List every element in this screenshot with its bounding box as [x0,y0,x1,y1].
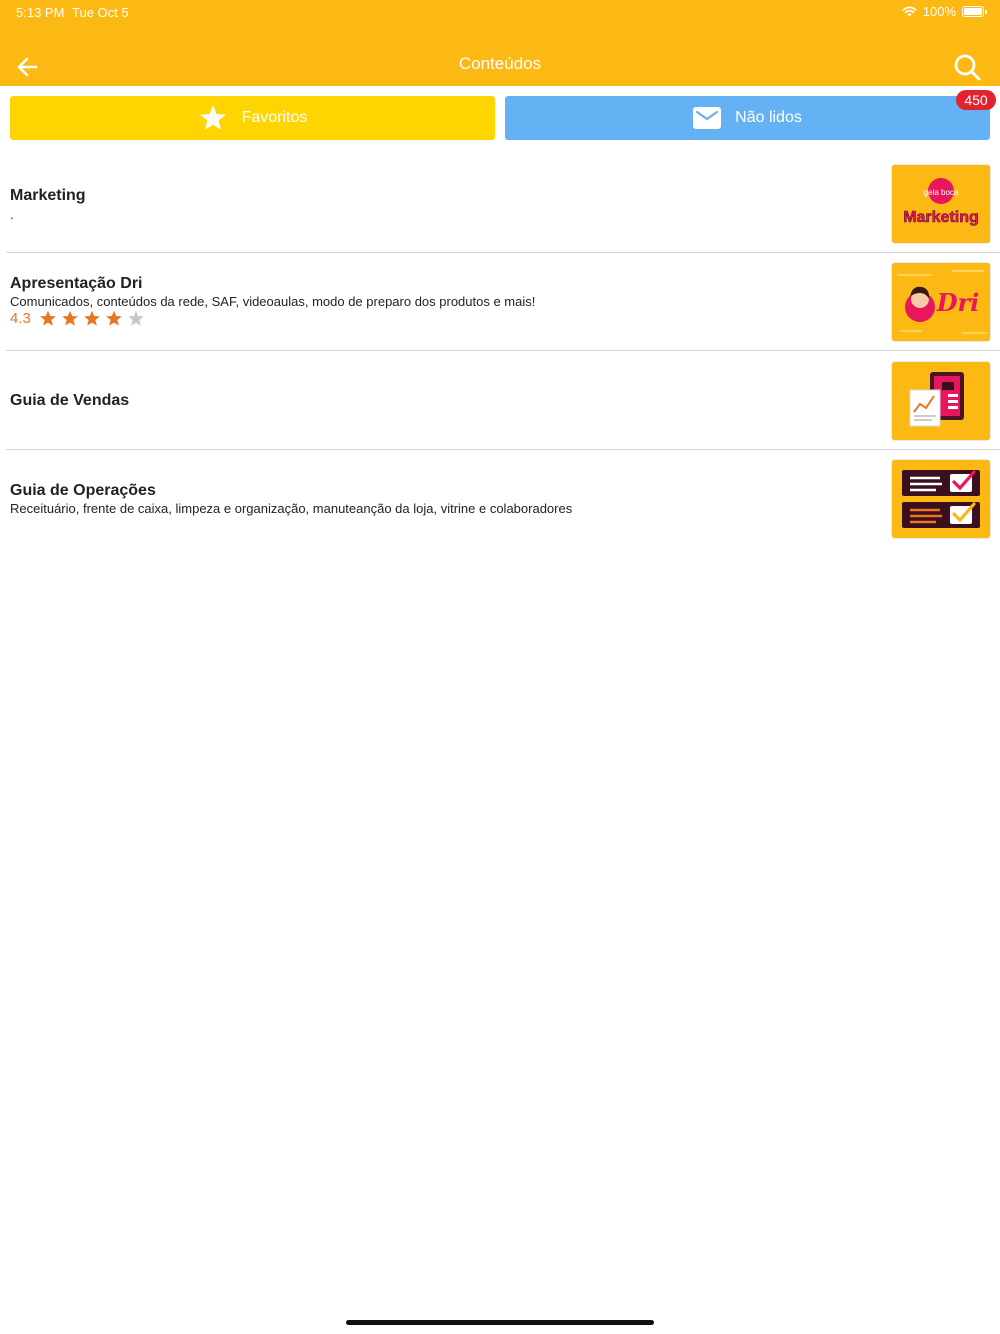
dri-thumb-art: Dri [892,263,990,341]
sales-guide-thumbnail [892,362,990,440]
envelope-icon [693,107,722,129]
checklist-icon [892,460,990,538]
list-item[interactable]: Guia de Vendas [0,352,1000,450]
dri-thumb-label: Dri [936,288,980,317]
rating-value: 4.3 [10,310,31,327]
unread-tab[interactable]: Não lidos [505,96,990,140]
dri-thumbnail: Dri [892,263,990,341]
marketing-thumb-art: gela boca Marketing [892,165,990,243]
unread-count-badge: 450 [956,90,996,110]
marketing-thumbnail: gela boca Marketing [892,165,990,243]
wifi-icon [902,6,917,17]
battery-icon [962,6,987,17]
divider [6,350,1000,351]
app-bar: 5:13 PM Tue Oct 5 100% Conteúdos [0,0,1000,86]
star-empty-icon [128,310,144,326]
item-subtitle: . [10,207,14,222]
status-indicators: 100% [902,4,987,19]
status-time: 5:13 PM [16,5,65,20]
item-title: Apresentação Dri [10,275,143,292]
star-icon [199,105,226,130]
item-title: Guia de Operações [10,482,156,499]
marketing-thumb-brand: gela boca [924,188,959,197]
list-item[interactable]: Guia de Operações Receituário, frente de… [0,450,1000,548]
marketing-thumb-label: Marketing [903,209,979,226]
unread-tab-label: Não lidos [735,109,802,126]
list-item[interactable]: Marketing . gela boca Marketing [0,155,1000,253]
search-icon[interactable] [952,52,982,82]
item-title: Guia de Vendas [10,392,130,409]
star-icon [40,310,56,326]
page-title: Conteúdos [458,54,542,73]
operations-guide-thumbnail [892,460,990,538]
star-icon [106,310,122,326]
home-indicator[interactable] [346,1320,654,1325]
item-subtitle: Comunicados, conteúdos da rede, SAF, vid… [10,294,536,309]
star-icon [84,310,100,326]
favorites-tab[interactable]: Favoritos [10,96,495,140]
rating: 4.3 [10,310,145,327]
star-icon [62,310,78,326]
item-title: Marketing [10,187,86,204]
sales-chart-icon [892,362,990,440]
favorites-tab-label: Favoritos [241,109,308,126]
battery-percent: 100% [922,4,956,19]
list-item[interactable]: Apresentação Dri Comunicados, conteúdos … [0,253,1000,351]
status-date: Tue Oct 5 [72,5,129,20]
item-subtitle: Receituário, frente de caixa, limpeza e … [10,501,573,516]
